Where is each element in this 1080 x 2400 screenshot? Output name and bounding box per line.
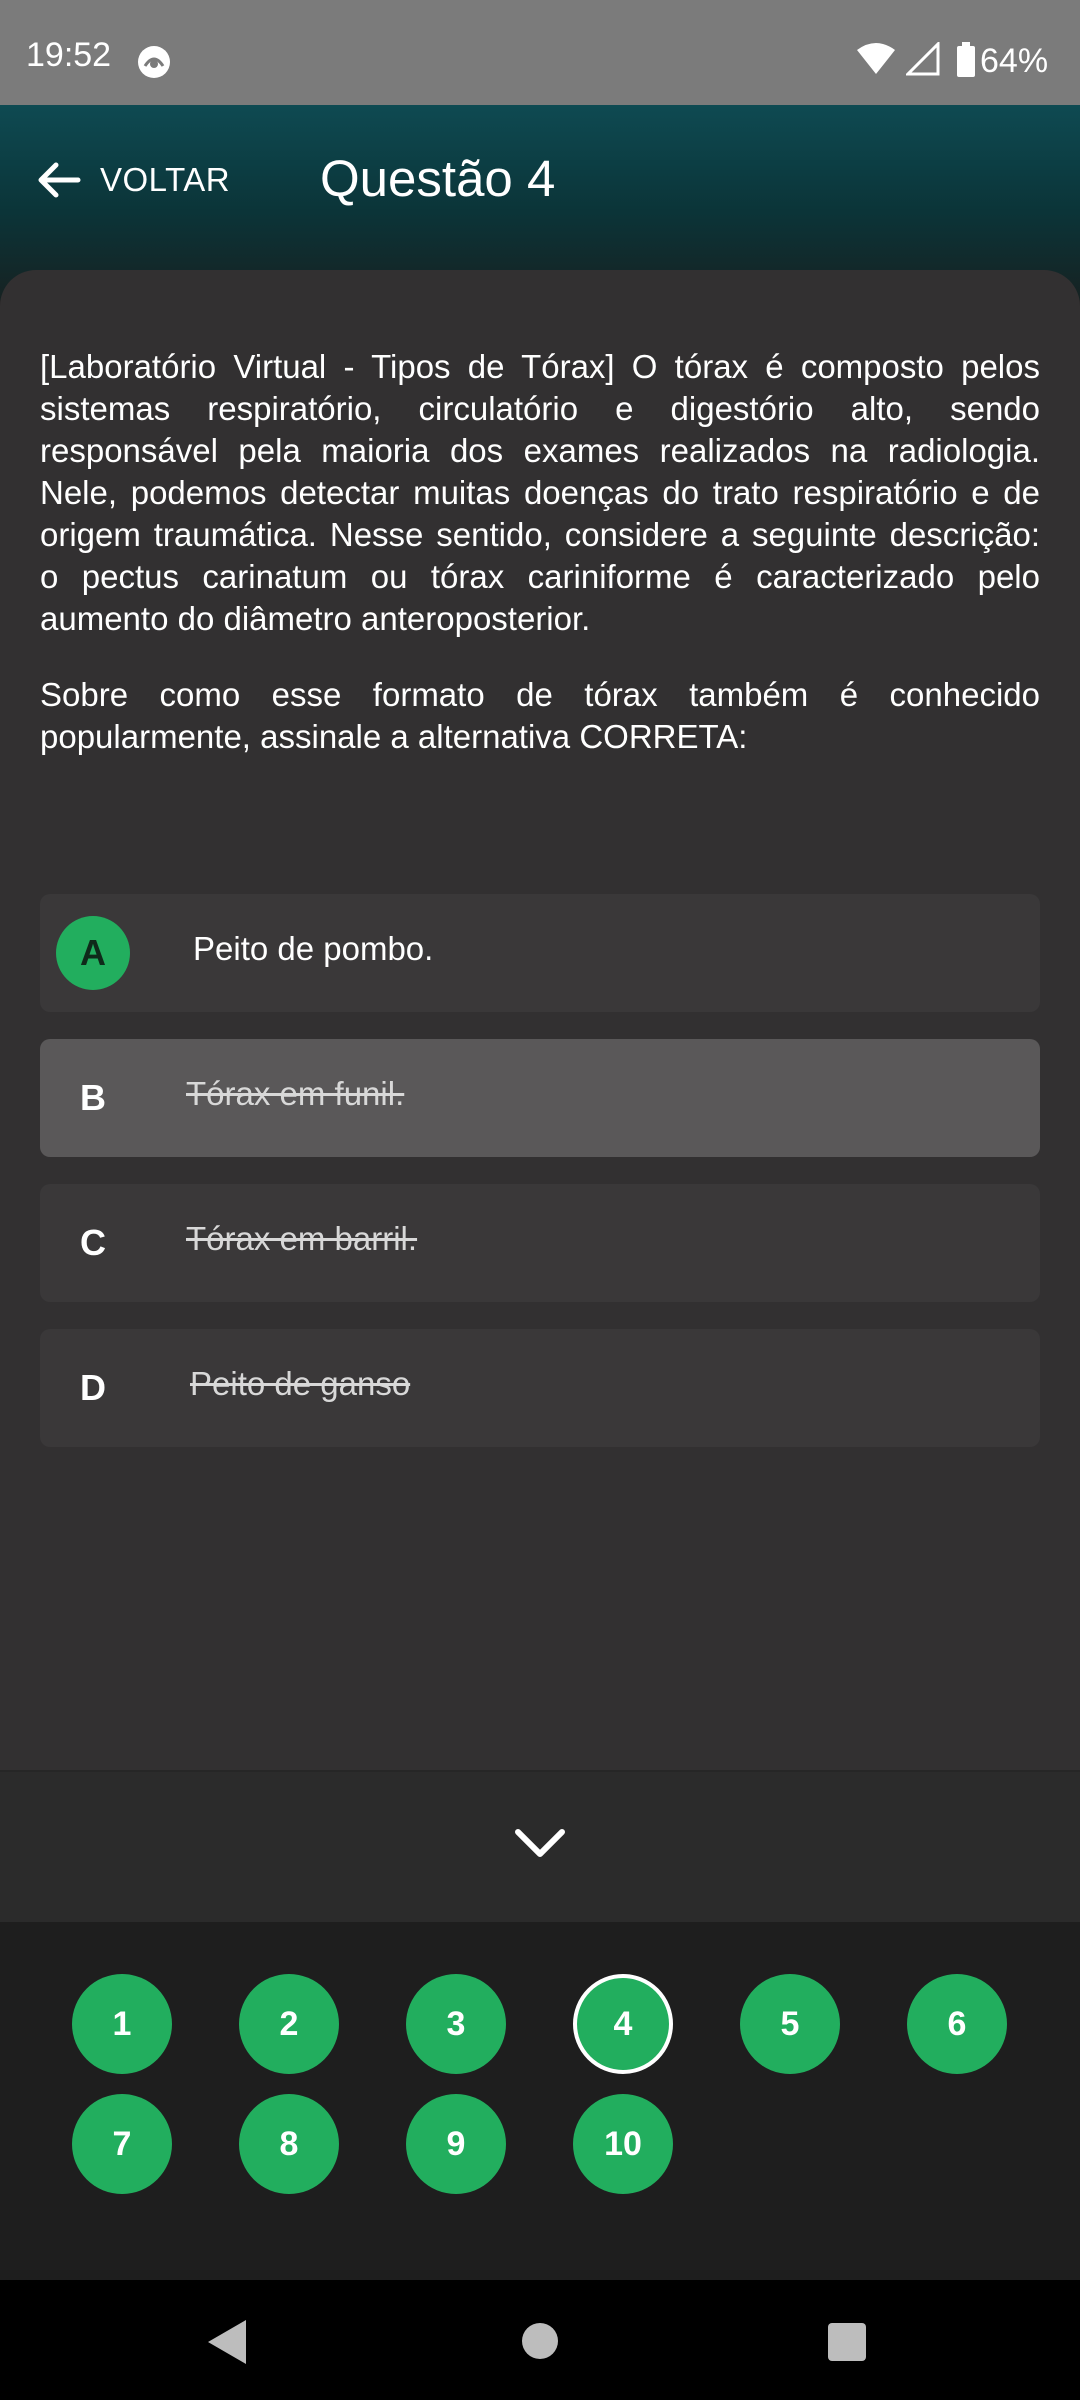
question-number-button[interactable]: 5 <box>740 1974 840 2074</box>
question-number-button-current[interactable]: 4 <box>573 1974 673 2074</box>
question-number-button[interactable]: 8 <box>239 2094 339 2194</box>
status-time: 19:52 <box>26 36 112 74</box>
app-notification-icon <box>138 46 170 78</box>
question-text: [Laboratório Virtual - Tipos de Tórax] O… <box>40 348 1040 637</box>
nav-back-icon[interactable] <box>206 2318 250 2366</box>
wifi-icon <box>857 43 895 74</box>
option-b[interactable]: B Tórax em funil. <box>40 1039 1040 1157</box>
option-text: Peito de ganso <box>190 1365 411 1402</box>
question-card: [Laboratório Virtual - Tipos de Tórax] O… <box>0 270 1080 1770</box>
question-navigator: 1 2 3 4 5 6 7 8 9 10 <box>0 1922 1080 2280</box>
option-text: Tórax em funil. <box>186 1075 405 1112</box>
back-button[interactable]: VOLTAR <box>36 150 230 210</box>
battery-icon <box>957 42 975 77</box>
question-number-button[interactable]: 10 <box>573 2094 673 2194</box>
navigator-toggle-bar <box>0 1770 1080 1924</box>
system-nav-bar <box>0 2280 1080 2400</box>
option-letter: D <box>80 1367 106 1408</box>
question-number-button[interactable]: 2 <box>239 1974 339 2074</box>
option-text: Peito de pombo. <box>193 930 434 967</box>
battery-percentage: 64% <box>980 42 1049 80</box>
question-number-button[interactable]: 6 <box>907 1974 1007 2074</box>
option-letter: A <box>56 916 130 990</box>
question-number-button[interactable]: 7 <box>72 2094 172 2194</box>
question-number-button[interactable]: 9 <box>406 2094 506 2194</box>
question-prompt: Sobre como esse formato de tórax também … <box>40 676 1040 755</box>
status-bar: 19:52 64% <box>0 0 1080 105</box>
option-letter: C <box>80 1222 106 1263</box>
chevron-down-icon[interactable] <box>512 1816 568 1872</box>
option-d[interactable]: D Peito de ganso <box>40 1329 1040 1447</box>
question-number-button[interactable]: 3 <box>406 1974 506 2074</box>
option-a[interactable]: A Peito de pombo. <box>40 894 1040 1012</box>
page-title: Questão 4 <box>320 150 556 207</box>
option-text: Tórax em barril. <box>186 1220 418 1257</box>
arrow-left-icon <box>38 162 81 198</box>
nav-recents-icon[interactable] <box>828 2323 866 2361</box>
option-c[interactable]: C Tórax em barril. <box>40 1184 1040 1302</box>
question-number-button[interactable]: 1 <box>72 1974 172 2074</box>
nav-home-icon[interactable] <box>522 2323 558 2359</box>
option-letter: B <box>80 1077 106 1118</box>
signal-icon <box>906 42 940 76</box>
back-label: VOLTAR <box>100 161 231 198</box>
